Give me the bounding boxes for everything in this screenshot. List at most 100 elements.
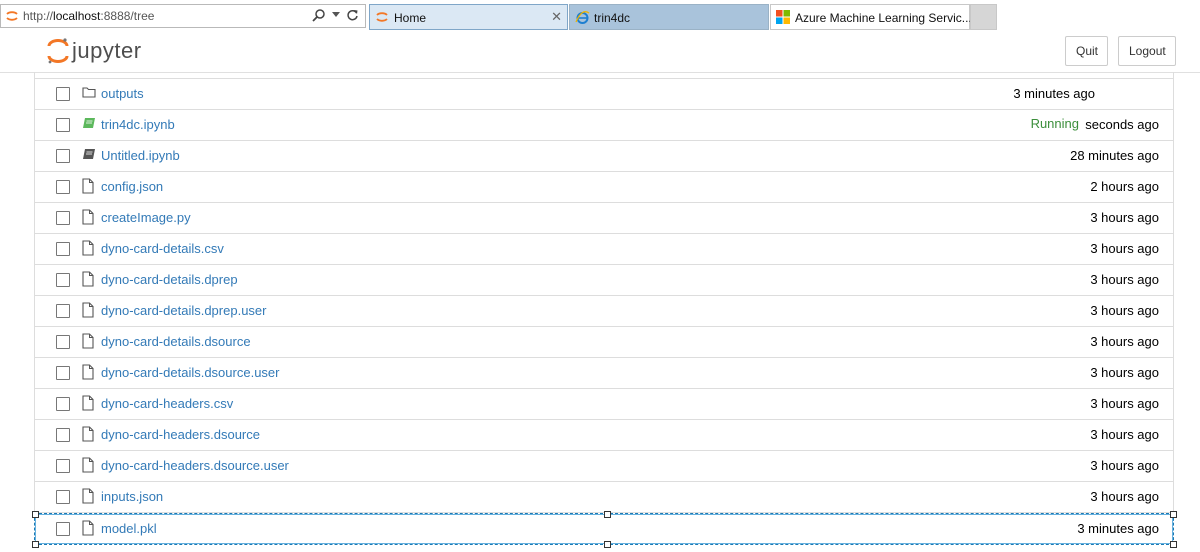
dropdown-arrow-icon[interactable] — [332, 12, 340, 18]
item-link[interactable]: dyno-card-details.dsource — [101, 334, 251, 349]
list-top-edge — [34, 72, 1174, 79]
folder-icon — [82, 85, 96, 101]
internet-explorer-icon — [575, 11, 590, 24]
item-link[interactable]: dyno-card-headers.dsource.user — [101, 458, 289, 473]
selection-handle[interactable] — [604, 541, 611, 548]
list-item[interactable]: config.json 2 hours ago — [34, 172, 1174, 203]
item-checkbox[interactable] — [56, 149, 70, 163]
item-link[interactable]: Untitled.ipynb — [101, 148, 180, 163]
running-notebook-icon — [82, 116, 96, 132]
tab-azure-label: Azure Machine Learning Servic... — [795, 11, 972, 25]
item-checkbox[interactable] — [56, 242, 70, 256]
new-tab-button[interactable] — [970, 4, 997, 30]
list-item[interactable]: dyno-card-details.dsource.user 3 hours ag… — [34, 358, 1174, 389]
item-checkbox[interactable] — [56, 211, 70, 225]
file-icon — [82, 209, 96, 225]
tab-trin4dc-label: trin4dc — [594, 11, 631, 25]
list-item[interactable]: dyno-card-details.dsource 3 hours ago — [34, 327, 1174, 358]
file-icon — [82, 333, 96, 349]
item-checkbox[interactable] — [56, 335, 70, 349]
refresh-icon[interactable] — [346, 9, 359, 22]
item-link[interactable]: model.pkl — [101, 521, 157, 536]
item-modified-time: 3 hours ago — [1090, 303, 1159, 318]
item-checkbox[interactable] — [56, 397, 70, 411]
item-checkbox[interactable] — [56, 87, 70, 101]
item-link[interactable]: dyno-card-headers.csv — [101, 396, 233, 411]
list-item[interactable]: dyno-card-details.dprep.user 3 hours ago — [34, 296, 1174, 327]
item-modified-time: 3 hours ago — [1090, 241, 1159, 256]
list-item[interactable]: dyno-card-details.csv 3 hours ago — [34, 234, 1174, 265]
file-icon — [82, 457, 96, 473]
item-link[interactable]: outputs — [101, 86, 144, 101]
item-checkbox[interactable] — [56, 459, 70, 473]
list-item[interactable]: createImage.py 3 hours ago — [34, 203, 1174, 234]
item-link[interactable]: dyno-card-headers.dsource — [101, 427, 260, 442]
file-list: outputs 3 minutes ago trin4dc.ipynb Running… — [32, 72, 1177, 548]
microsoft-logo-icon — [776, 10, 790, 24]
file-icon — [82, 364, 96, 380]
item-modified-time: seconds ago — [1085, 117, 1159, 132]
tab-azure-ml[interactable]: Azure Machine Learning Servic... — [770, 4, 972, 30]
item-modified-time: 2 hours ago — [1090, 179, 1159, 194]
jupyter-logo[interactable]: jupyter — [46, 37, 142, 65]
item-link[interactable]: inputs.json — [101, 489, 163, 504]
list-item[interactable]: dyno-card-headers.csv 3 hours ago — [34, 389, 1174, 420]
item-modified-time: 3 hours ago — [1090, 489, 1159, 504]
file-icon — [82, 395, 96, 411]
list-item[interactable]: Untitled.ipynb 28 minutes ago — [34, 141, 1174, 172]
item-checkbox[interactable] — [56, 118, 70, 132]
list-item[interactable]: model.pkl 3 minutes ago — [32, 511, 1177, 548]
jupyter-header: jupyter Quit Logout — [0, 32, 1200, 73]
search-icon[interactable] — [312, 8, 326, 22]
file-icon — [82, 520, 96, 536]
url-prefix: http:// — [23, 9, 54, 23]
list-item[interactable]: inputs.json 3 hours ago — [34, 482, 1174, 513]
item-checkbox[interactable] — [56, 304, 70, 318]
item-modified-time: 3 hours ago — [1090, 334, 1159, 349]
file-icon — [82, 240, 96, 256]
item-modified-time: 3 minutes ago — [1013, 86, 1095, 101]
url-path: :8888/tree — [100, 9, 155, 23]
tab-home[interactable]: Home ✕ — [369, 4, 568, 30]
item-link[interactable]: dyno-card-details.dprep.user — [101, 303, 266, 318]
list-item[interactable]: trin4dc.ipynb Running seconds ago — [34, 110, 1174, 141]
item-checkbox[interactable] — [56, 180, 70, 194]
item-modified-time: 3 hours ago — [1090, 210, 1159, 225]
item-checkbox[interactable] — [56, 366, 70, 380]
tab-trin4dc[interactable]: trin4dc — [569, 4, 769, 30]
close-icon[interactable]: ✕ — [551, 9, 562, 25]
item-link[interactable]: createImage.py — [101, 210, 191, 225]
list-item[interactable]: dyno-card-headers.dsource 3 hours ago — [34, 420, 1174, 451]
item-modified-time: 3 hours ago — [1090, 427, 1159, 442]
item-checkbox[interactable] — [56, 428, 70, 442]
file-icon — [82, 271, 96, 287]
file-icon — [82, 488, 96, 504]
item-link[interactable]: dyno-card-details.csv — [101, 241, 224, 256]
logout-button[interactable]: Logout — [1118, 36, 1176, 66]
quit-button[interactable]: Quit — [1065, 36, 1108, 66]
item-link[interactable]: trin4dc.ipynb — [101, 117, 175, 132]
jupyter-logo-icon — [47, 38, 69, 64]
file-icon — [82, 426, 96, 442]
list-item[interactable]: dyno-card-details.dprep 3 hours ago — [34, 265, 1174, 296]
tab-home-label: Home — [394, 11, 427, 25]
address-bar[interactable]: http://localhost:8888/tree — [0, 4, 366, 28]
selection-handle[interactable] — [604, 511, 611, 518]
jupyter-favicon-icon — [6, 11, 18, 21]
item-link[interactable]: dyno-card-details.dsource.user — [101, 365, 279, 380]
selection-handle[interactable] — [1170, 541, 1177, 548]
item-modified-time: 3 minutes ago — [1077, 521, 1159, 536]
item-link[interactable]: dyno-card-details.dprep — [101, 272, 238, 287]
url-text[interactable]: http://localhost:8888/tree — [23, 9, 154, 23]
selection-handle[interactable] — [32, 511, 39, 518]
url-host: localhost — [53, 9, 101, 23]
list-item[interactable]: dyno-card-headers.dsource.user 3 hours ag… — [34, 451, 1174, 482]
list-item[interactable]: outputs 3 minutes ago — [34, 79, 1174, 110]
item-checkbox[interactable] — [56, 490, 70, 504]
item-checkbox[interactable] — [56, 522, 70, 536]
item-checkbox[interactable] — [56, 273, 70, 287]
selection-handle[interactable] — [1170, 511, 1177, 518]
item-link[interactable]: config.json — [101, 179, 163, 194]
item-modified-time: 3 hours ago — [1090, 396, 1159, 411]
selection-handle[interactable] — [32, 541, 39, 548]
